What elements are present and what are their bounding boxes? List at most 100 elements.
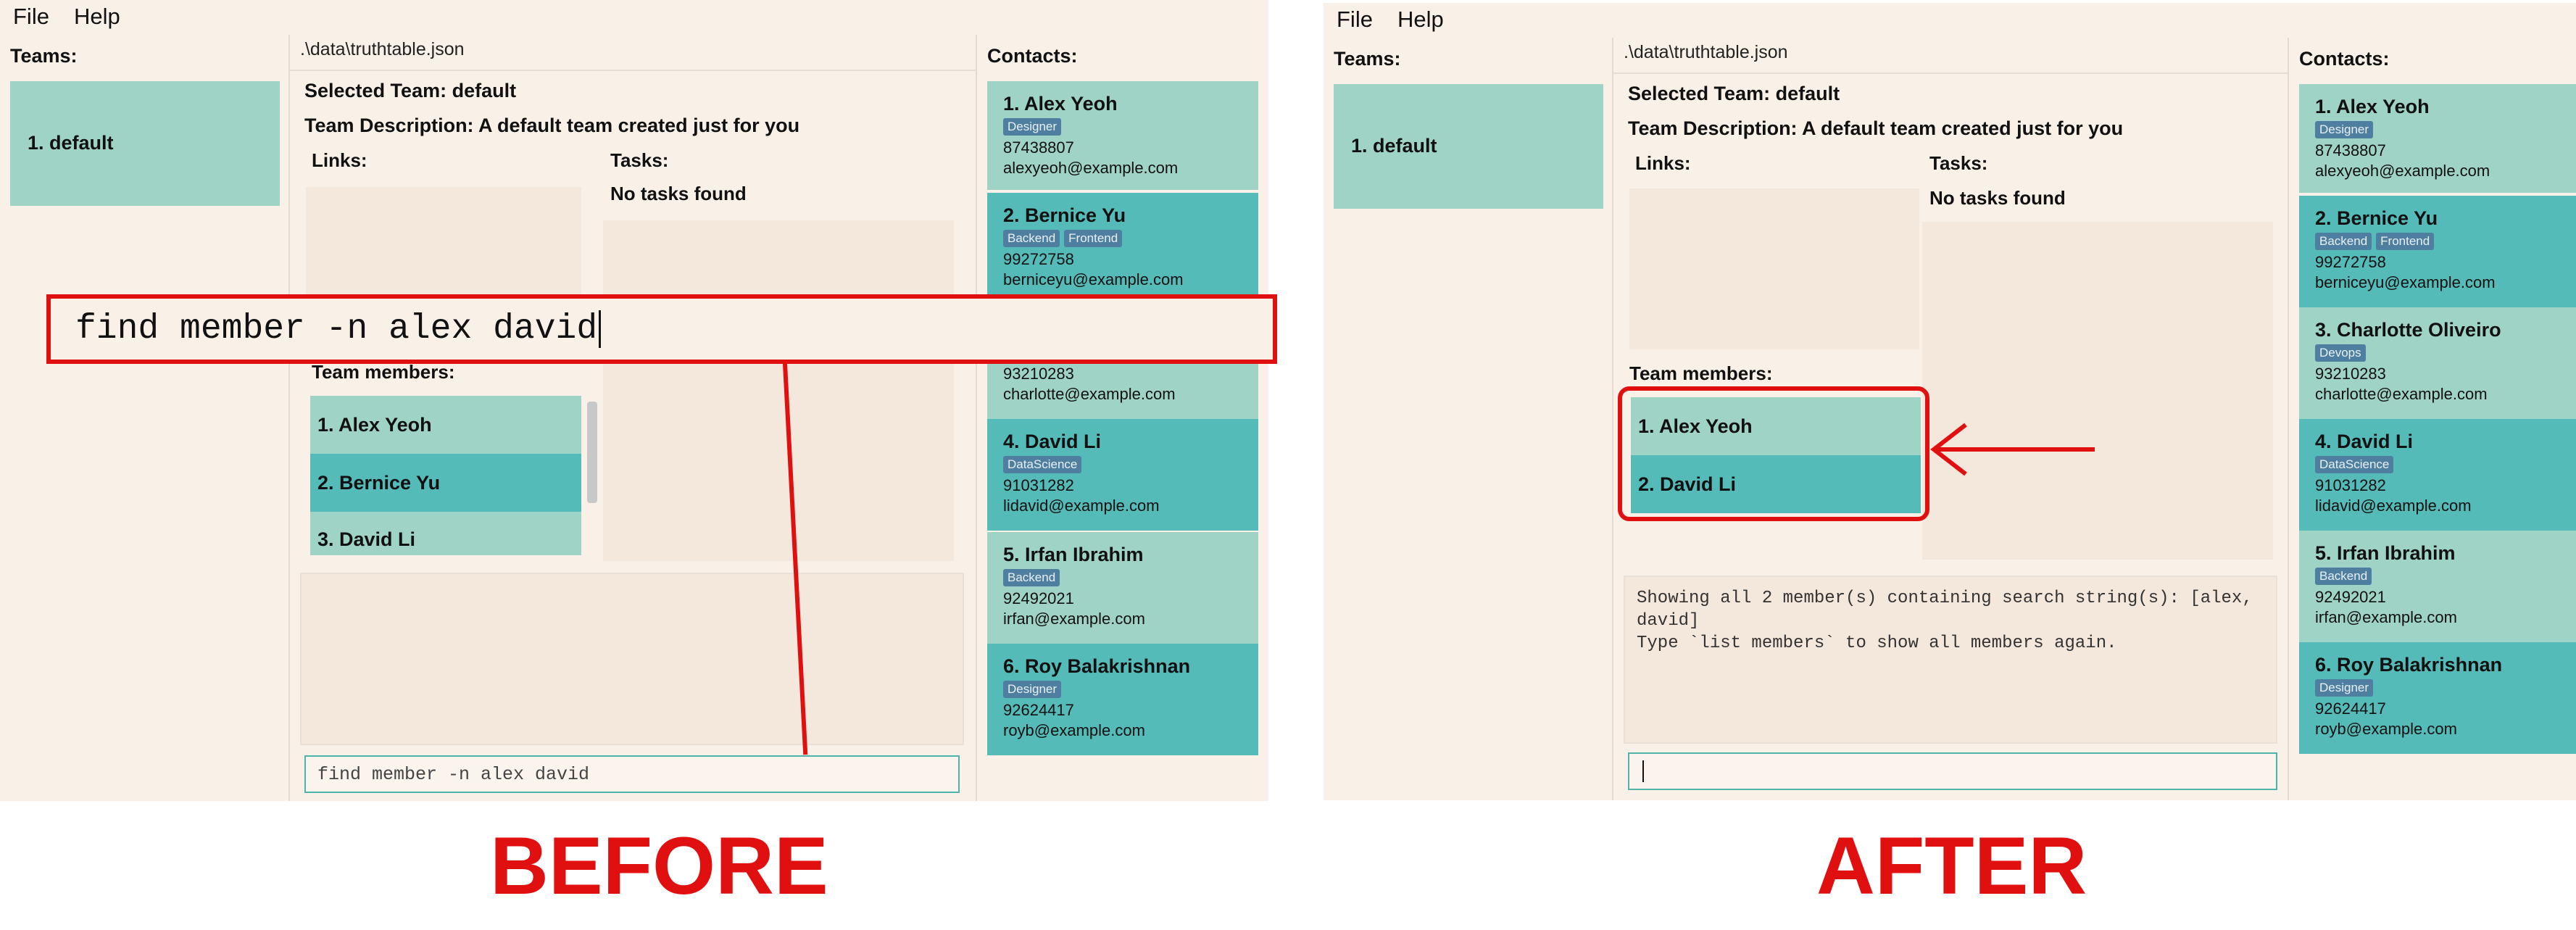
team-name: 1. default: [1351, 135, 1437, 157]
contact-card[interactable]: 5. Irfan Ibrahim Backend 92492021 irfan@…: [987, 532, 1258, 644]
contact-card[interactable]: 4. David Li DataScience 91031282 lidavid…: [2299, 419, 2576, 531]
team-members-label: Team members:: [1629, 362, 1773, 384]
contact-name: 6. Roy Balakrishnan: [1003, 655, 1191, 677]
contact-name: 5. Irfan Ibrahim: [2315, 542, 2456, 564]
contacts-panel: Contacts: 1. Alex Yeoh Designer 87438807…: [2289, 38, 2576, 800]
contact-email: alexyeoh@example.com: [2315, 162, 2490, 180]
result-line: david]: [1637, 611, 1700, 631]
contact-phone: 87438807: [2315, 141, 2386, 159]
contact-phone: 91031282: [1003, 476, 1074, 494]
file-path: .\data\truthtable.json: [290, 35, 976, 71]
member-item[interactable]: 1. Alex Yeoh: [310, 396, 581, 454]
contact-tag: Designer: [2315, 679, 2374, 697]
team-description: Team Description: A default team created…: [1628, 117, 2124, 139]
contact-email: berniceyu@example.com: [2315, 273, 2496, 291]
contact-email: alexyeoh@example.com: [1003, 159, 1179, 177]
teams-title: Teams:: [10, 45, 78, 67]
contact-tag: Designer: [1003, 681, 1062, 698]
after-window: File Help Teams: 1. default .\data\truth…: [1324, 3, 2576, 800]
contact-name: 2. Bernice Yu: [1003, 204, 1126, 226]
team-name: 1. default: [28, 132, 114, 154]
contact-name: 6. Roy Balakrishnan: [2315, 654, 2503, 676]
links-list: [1629, 188, 1919, 349]
contact-card[interactable]: 2. Bernice Yu Backend Frontend 99272758 b…: [987, 193, 1258, 304]
contact-card[interactable]: 6. Roy Balakrishnan Designer 92624417 ro…: [987, 644, 1258, 755]
command-input[interactable]: [1628, 752, 2277, 790]
text-cursor: [1642, 760, 1644, 782]
contact-phone: 92492021: [2315, 588, 2386, 606]
links-label: Links:: [1635, 152, 1691, 174]
contact-card[interactable]: 3. Charlotte Oliveiro Devops 93210283 ch…: [2299, 307, 2576, 419]
contact-tag: Backend: [1003, 230, 1060, 247]
contact-phone: 87438807: [1003, 138, 1074, 157]
result-display: Showing all 2 member(s) containing searc…: [1624, 576, 2277, 744]
menu-bar: File Help: [0, 0, 1268, 33]
selected-team: Selected Team: default: [304, 80, 517, 101]
menu-file[interactable]: File: [13, 4, 49, 30]
contact-name: 5. Irfan Ibrahim: [1003, 544, 1144, 565]
member-item[interactable]: 3. David Li: [310, 512, 581, 555]
contact-phone: 99272758: [2315, 253, 2386, 271]
links-label: Links:: [312, 149, 367, 171]
contact-tag: Designer: [1003, 118, 1062, 136]
contact-card[interactable]: 1. Alex Yeoh Designer 87438807 alexyeoh@…: [2299, 84, 2576, 193]
command-zoom-callout: find member -n alex david: [46, 294, 1277, 364]
team-card[interactable]: 1. default: [10, 81, 280, 206]
after-caption: AFTER: [1816, 821, 2087, 911]
contact-name: 4. David Li: [2315, 431, 2414, 452]
contact-card[interactable]: 5. Irfan Ibrahim Backend 92492021 irfan@…: [2299, 531, 2576, 642]
result-line: Type `list members` to show all members …: [1637, 634, 2117, 653]
text-cursor: [599, 310, 602, 348]
members-scrollbar[interactable]: [587, 402, 597, 503]
no-tasks-text: No tasks found: [1929, 187, 2066, 209]
team-detail-panel: .\data\truthtable.json Selected Team: de…: [290, 35, 977, 801]
contact-tag: Frontend: [1064, 230, 1123, 247]
contact-phone: 93210283: [2315, 365, 2386, 383]
menu-help[interactable]: Help: [74, 4, 120, 30]
contact-name: 1. Alex Yeoh: [1003, 93, 1118, 115]
contact-card[interactable]: 4. David Li DataScience 91031282 lidavid…: [987, 419, 1258, 531]
team-members-list: 1. Alex Yeoh 2. Bernice Yu 3. David Li: [310, 396, 581, 555]
command-input[interactable]: find member -n alex david: [304, 755, 960, 793]
contact-name: 1. Alex Yeoh: [2315, 96, 2430, 117]
contact-card[interactable]: 1. Alex Yeoh Designer 87438807 alexyeoh@…: [987, 81, 1258, 190]
contact-tag: Designer: [2315, 121, 2374, 138]
contact-email: berniceyu@example.com: [1003, 270, 1184, 288]
contact-email: charlotte@example.com: [1003, 385, 1176, 403]
tasks-list: [603, 220, 954, 561]
file-path: .\data\truthtable.json: [1613, 38, 2288, 74]
result-line: Showing all 2 member(s) containing searc…: [1637, 589, 2253, 608]
tasks-list: [1922, 222, 2273, 560]
contact-name: 2. Bernice Yu: [2315, 207, 2438, 229]
before-window: File Help Teams: 1. default .\data\truth…: [0, 0, 1268, 801]
teams-panel: Teams: 1. default: [1324, 38, 1613, 800]
contacts-panel: Contacts: 1. Alex Yeoh Designer 87438807…: [977, 35, 1268, 801]
contact-tag: Devops: [2315, 344, 2366, 362]
menu-help[interactable]: Help: [1397, 7, 1444, 33]
contact-phone: 91031282: [2315, 476, 2386, 494]
highlight-box: [1618, 386, 1929, 521]
contact-email: lidavid@example.com: [2315, 497, 2472, 515]
tasks-label: Tasks:: [1929, 152, 1988, 174]
contact-phone: 92624417: [2315, 699, 2386, 718]
contact-card[interactable]: 2. Bernice Yu Backend Frontend 99272758 b…: [2299, 196, 2576, 307]
contact-email: charlotte@example.com: [2315, 385, 2488, 403]
arrow-left-icon: [1930, 423, 2095, 476]
no-tasks-text: No tasks found: [610, 183, 747, 204]
menu-file[interactable]: File: [1337, 7, 1373, 33]
member-item[interactable]: 2. Bernice Yu: [310, 454, 581, 512]
contact-tag: DataScience: [2315, 456, 2394, 473]
team-card[interactable]: 1. default: [1334, 84, 1603, 209]
contact-card[interactable]: 6. Roy Balakrishnan Designer 92624417 ro…: [2299, 642, 2576, 754]
contact-name: 4. David Li: [1003, 431, 1102, 452]
contact-tag: Backend: [2315, 233, 2372, 250]
contact-phone: 99272758: [1003, 250, 1074, 268]
command-zoom-text: find member -n alex david: [75, 310, 598, 349]
teams-panel: Teams: 1. default: [0, 35, 290, 801]
contact-tag: Frontend: [2376, 233, 2435, 250]
menu-bar: File Help: [1324, 3, 2576, 36]
contact-tag: Backend: [1003, 569, 1060, 586]
contacts-title: Contacts:: [987, 45, 1078, 67]
teams-title: Teams:: [1334, 48, 1401, 70]
contact-tag: Backend: [2315, 568, 2372, 585]
